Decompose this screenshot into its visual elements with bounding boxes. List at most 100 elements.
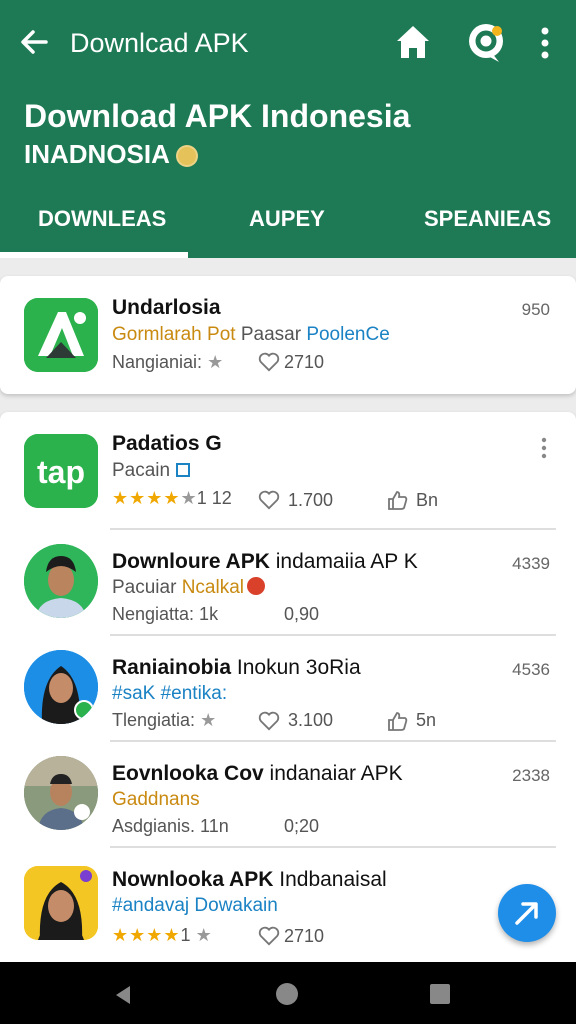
- download-count: 2338: [512, 766, 550, 785]
- top-app-bar: Downlcad APK: [0, 0, 576, 88]
- meta-label: Tlengiatia:: [112, 710, 196, 730]
- chat-icon[interactable]: [466, 22, 506, 64]
- tag-gold: Gormlarah Pot: [112, 324, 236, 345]
- likes-count: 2710: [284, 352, 325, 372]
- tag-gold: Ncalkal: [181, 577, 245, 598]
- meta-value: 0;20: [284, 816, 320, 836]
- app-name: Undarlosia: [112, 296, 221, 319]
- app-name-bold: Raniainobia: [112, 656, 232, 679]
- app-name: Downloure APK indamaiia AP K: [112, 550, 418, 574]
- rating-value: 1: [180, 925, 191, 945]
- home-icon[interactable]: [394, 23, 432, 61]
- app-tags: #saK #entika:: [112, 683, 227, 705]
- thumbs-count: 5n: [416, 710, 437, 730]
- tag-gold: Gaddnans: [112, 789, 200, 810]
- list-item[interactable]: Downloure APK indamaiia AP K 4339 Pacuia…: [0, 530, 576, 636]
- app-name-light: Inokun 3oRia: [236, 656, 361, 679]
- tab-indicator: [0, 252, 188, 258]
- list-item[interactable]: Eovnlooka Cov indanaiar APK 2338 Gaddnan…: [0, 742, 576, 848]
- meta-label: Nangianiai:: [112, 352, 203, 372]
- likes-count: 3.100: [288, 710, 334, 730]
- app-name-bold: Downloure APK: [112, 550, 270, 573]
- tab-speanieas[interactable]: SPEANIEAS: [424, 206, 551, 232]
- list-item[interactable]: Raniainobia Inokun 3oRia 4536 #saK #enti…: [0, 636, 576, 742]
- person-avatar-icon: [24, 544, 98, 618]
- app-list: tap Padatios G Pacain ★★★★★1 12 1.700 Bn: [0, 412, 576, 964]
- app-rating: ★★★★★1 12: [112, 488, 232, 509]
- tomato-emoji-icon: [247, 577, 266, 595]
- list-item[interactable]: Nownlooka APK Indbanaisal #andavaj Dowak…: [0, 848, 576, 964]
- featured-app-card[interactable]: Undarlosia 950 Gormlarah Pot Paasar Pool…: [0, 276, 576, 394]
- thumbs-up-icon[interactable]: [386, 710, 408, 732]
- page-subtitle: INADNOSIA: [24, 139, 198, 170]
- star-icon: ★: [200, 710, 217, 730]
- app-tags: Pacuiar Ncalkal: [112, 577, 266, 599]
- app-meta: Nangianiai: ★: [112, 352, 223, 373]
- page-title: Download APK Indonesia: [24, 98, 411, 134]
- heart-icon[interactable]: [258, 352, 280, 372]
- rating-value: 1 12: [196, 488, 232, 508]
- star-icon: ★: [207, 352, 224, 372]
- app-tags: #andavaj Dowakain: [112, 895, 278, 917]
- star-icon: ★: [180, 488, 197, 508]
- app-tags: Gaddnans: [112, 789, 200, 811]
- badge-icon: [176, 463, 191, 477]
- letter-a-icon: [24, 298, 98, 372]
- app-tags: Pacain: [112, 460, 191, 482]
- app-name-light: indanaiar APK: [269, 762, 403, 785]
- tap-logo-icon: tap: [24, 434, 98, 508]
- tag-blue-2: Dowakain: [194, 895, 278, 916]
- app-name-light: Indbanaisal: [279, 868, 387, 891]
- likes-count: 1.700: [288, 490, 334, 510]
- tab-aupey[interactable]: AUPEY: [249, 206, 325, 232]
- likes-count: 2710: [284, 926, 325, 946]
- nav-back-icon[interactable]: [112, 984, 134, 1006]
- thumbs-up-icon[interactable]: [386, 489, 408, 511]
- list-item[interactable]: tap Padatios G Pacain ★★★★★1 12 1.700 Bn: [0, 412, 576, 530]
- more-icon[interactable]: [531, 26, 559, 60]
- share-fab-button[interactable]: [498, 884, 556, 942]
- avatar: [24, 544, 98, 618]
- meta-value: 0,90: [284, 604, 320, 624]
- more-options-icon[interactable]: [539, 437, 549, 459]
- download-count: 950: [521, 300, 550, 319]
- tag-grey: Pacuiar: [112, 577, 177, 598]
- nav-home-icon[interactable]: [276, 983, 298, 1005]
- heart-icon[interactable]: [258, 490, 280, 510]
- app-tags: Gormlarah Pot Paasar PoolenCe: [112, 324, 390, 346]
- app-meta: Tlengiatia: ★: [112, 710, 216, 731]
- app-name-bold: Nownlooka APK: [112, 868, 274, 891]
- svg-text:tap: tap: [37, 454, 85, 490]
- app-name: Nownlooka APK Indbanaisal: [112, 868, 387, 892]
- arrow-up-right-icon: [515, 902, 538, 925]
- app-icon-tap: tap: [24, 434, 98, 508]
- app-name-bold: Eovnlooka Cov: [112, 762, 264, 785]
- page-subtitle-text: INADNOSIA: [24, 139, 170, 169]
- stars-icon: ★★★★: [112, 488, 181, 508]
- app-name: Eovnlooka Cov indanaiar APK: [112, 762, 403, 786]
- tag-grey: Pacain: [112, 460, 171, 481]
- heart-icon[interactable]: [258, 711, 280, 731]
- app-name: Raniainobia Inokun 3oRia: [112, 656, 361, 680]
- thumbs-count: Bn: [416, 490, 439, 510]
- person-avatar-icon: [24, 866, 98, 940]
- nav-recents-icon[interactable]: [430, 984, 450, 1004]
- star-icon: ★: [195, 925, 212, 945]
- app-name-light: indamaiia AP K: [275, 550, 418, 573]
- download-count: 4339: [512, 554, 550, 573]
- tag-blue: PoolenCe: [306, 324, 390, 345]
- app-rating: ★★★★1 ★: [112, 925, 212, 946]
- app-bar-title: Downlcad APK: [70, 28, 249, 58]
- tag-blue: #andavaj: [112, 895, 190, 916]
- tab-downleas[interactable]: DOWNLEAS: [38, 206, 166, 232]
- back-icon[interactable]: [18, 26, 50, 58]
- avatar: [24, 756, 98, 830]
- person-avatar-icon: [24, 756, 98, 830]
- app-header: Downlcad APK Download APK Indonesia INAD…: [0, 0, 576, 258]
- person-avatar-icon: [24, 650, 98, 724]
- tag-blue-2: #entika:: [160, 683, 228, 704]
- app-icon-undarlosia: [24, 298, 98, 372]
- emoji-icon: [175, 145, 198, 168]
- download-count: 4536: [512, 660, 550, 679]
- heart-icon[interactable]: [258, 926, 280, 946]
